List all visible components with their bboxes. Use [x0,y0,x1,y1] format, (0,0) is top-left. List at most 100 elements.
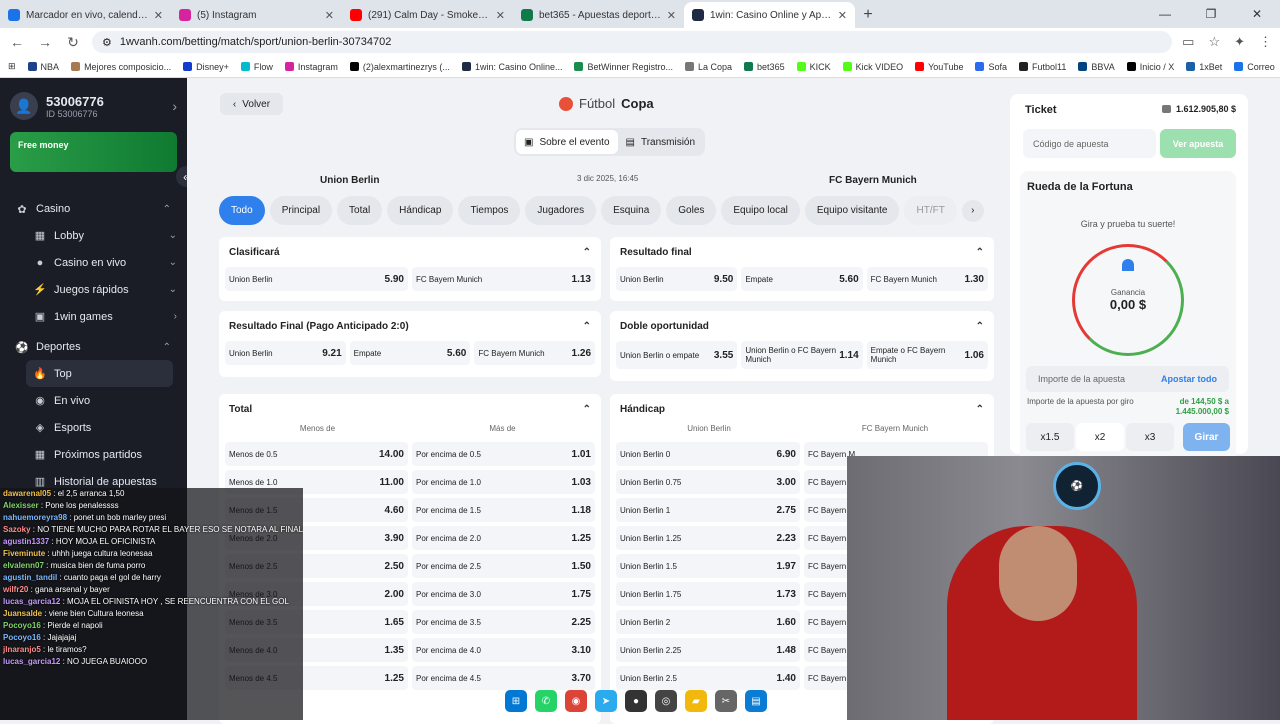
new-tab-button[interactable]: + [855,2,881,28]
free-money-banner[interactable]: Free money [10,132,177,172]
bookmark-item[interactable]: YouTube [915,62,963,72]
filter-tab[interactable]: Todo [219,196,265,225]
install-icon[interactable]: ▭ [1182,34,1194,50]
filter-tab[interactable]: Tiempos [458,196,521,225]
filter-tab[interactable]: Goles [666,196,717,225]
odds-button[interactable]: Union Berlin 5.90 [225,267,408,291]
bookmark-item[interactable]: Flow [240,62,273,72]
filter-tab[interactable]: Jugadores [525,196,597,225]
chevron-up-icon[interactable]: ⌃ [583,247,591,258]
odds-button[interactable]: Union Berlin 2.25 1.48 [616,638,800,662]
bookmark-item[interactable]: Disney+ [183,62,229,72]
odds-button[interactable]: Empate o FC Bayern Munich 1.06 [866,341,988,369]
bookmark-item[interactable]: Inicio / X [1126,62,1174,72]
back-icon[interactable]: ← [8,34,26,50]
bookmark-item[interactable]: Futbol11 [1019,62,1066,72]
close-tab-icon[interactable]: ✕ [667,9,676,22]
bookmark-item[interactable]: BBVA [1078,62,1115,72]
sidebar-item-upcoming[interactable]: ▦ Próximos partidos [0,441,187,468]
sidebar-item-fast-games[interactable]: ⚡ Juegos rápidos ⌄ [0,276,187,303]
view-bet-button[interactable]: Ver apuesta [1160,129,1236,158]
maximize-icon[interactable]: ❐ [1188,0,1234,28]
browser-tab[interactable]: 1win: Casino Online y Apuestas ✕ [684,2,855,28]
chevron-up-icon[interactable]: ⌃ [583,404,591,415]
notepad-icon[interactable]: ▤ [745,690,767,712]
chevron-up-icon[interactable]: ⌃ [583,321,591,332]
odds-button[interactable]: Empate 5.60 [349,341,471,365]
odds-button[interactable]: Union Berlin o FC Bayern Munich 1.14 [741,341,863,369]
sidebar-item-live-casino[interactable]: ● Casino en vivo ⌄ [0,249,187,276]
sidebar-item-1win-games[interactable]: ▣ 1win games › [0,303,187,330]
bookmark-item[interactable]: BetWinner Registro... [574,62,673,72]
reload-icon[interactable]: ↻ [64,34,82,51]
windows-start-icon[interactable]: ⊞ [505,690,527,712]
filter-tab[interactable]: HT/FT [904,196,957,225]
odds-button[interactable]: Union Berlin 2.5 1.40 [616,666,800,690]
multiplier-option[interactable]: x2 [1076,423,1124,451]
sidebar-section-casino[interactable]: ✿ Casino ⌃ [0,196,187,222]
filter-tab[interactable]: Total [337,196,383,225]
folder-icon[interactable]: ▰ [685,690,707,712]
odds-button[interactable]: Por encima de 4.5 3.70 [412,666,595,690]
browser-tab[interactable]: Marcador en vivo, calendario y ✕ [0,2,171,28]
obs-icon[interactable]: ● [625,690,647,712]
app-icon[interactable]: ◎ [655,690,677,712]
multiplier-option[interactable]: x1.5 [1026,423,1074,451]
sidebar-item-esports[interactable]: ◈ Esports [0,414,187,441]
odds-button[interactable]: Union Berlin 1.5 1.97 [616,554,800,578]
filter-tab[interactable]: Hándicap [387,196,454,225]
odds-button[interactable]: Union Berlin 1.75 1.73 [616,582,800,606]
multiplier-option[interactable]: x3 [1126,423,1174,451]
odds-button[interactable]: Por encima de 2.0 1.25 [412,526,595,550]
bookmark-item[interactable]: Sofa [975,62,1007,72]
tool-icon[interactable]: ✂ [715,690,737,712]
odds-button[interactable]: Por encima de 1.5 1.18 [412,498,595,522]
bookmark-item[interactable]: bet365 [744,62,785,72]
bookmark-item[interactable]: Correo [1234,62,1275,72]
odds-button[interactable]: FC Bayern Munich 1.30 [866,267,988,291]
odds-button[interactable]: Union Berlin 2 1.60 [616,610,800,634]
browser-tab[interactable]: bet365 - Apuestas deportivas e ✕ [513,2,684,28]
close-tab-icon[interactable]: ✕ [325,9,334,22]
close-icon[interactable]: ✕ [1234,0,1280,28]
chevron-up-icon[interactable]: ⌃ [976,404,984,415]
account-header[interactable]: 👤 53006776 ID 53006776 › [0,78,187,126]
odds-button[interactable]: Union Berlin 0.75 3.00 [616,470,800,494]
odds-button[interactable]: Por encima de 3.0 1.75 [412,582,595,606]
forward-icon[interactable]: → [36,34,54,50]
odds-button[interactable]: FC Bayern Munich 1.26 [474,341,596,365]
odds-button[interactable]: Por encima de 4.0 3.10 [412,638,595,662]
odds-button[interactable]: Por encima de 1.0 1.03 [412,470,595,494]
stake-input[interactable]: Importe de la apuesta Apostar todo [1026,366,1229,392]
bookmark-item[interactable]: KICK [796,62,831,72]
bookmark-item[interactable]: NBA [27,62,59,72]
chevron-up-icon[interactable]: ⌃ [976,247,984,258]
bookmark-item[interactable]: Kick VIDEO [842,62,903,72]
extensions-icon[interactable]: ✦ [1234,34,1245,50]
odds-button[interactable]: Por encima de 3.5 2.25 [412,610,595,634]
odds-button[interactable]: Union Berlin 9.21 [225,341,346,365]
sidebar-item-live[interactable]: ◉ En vivo [0,387,187,414]
back-button[interactable]: ‹ Volver [220,93,283,115]
site-info-icon[interactable]: ⚙ [102,36,112,49]
odds-button[interactable]: Union Berlin 1 2.75 [616,498,800,522]
menu-icon[interactable]: ⋮ [1259,34,1272,50]
telegram-icon[interactable]: ➤ [595,690,617,712]
bookmark-item[interactable]: (2)alexmartinezrys (... [349,62,450,72]
close-tab-icon[interactable]: ✕ [838,9,847,22]
odds-button[interactable]: Union Berlin 9.50 [616,267,738,291]
bookmark-item[interactable]: 1xBet [1186,62,1222,72]
tab-stream[interactable]: ▤ Transmisión [618,130,704,154]
odds-button[interactable]: Por encima de 0.5 1.01 [412,442,595,466]
sidebar-item-lobby[interactable]: ▦ Lobby ⌄ [0,222,187,249]
close-tab-icon[interactable]: ✕ [154,9,163,22]
tab-about-event[interactable]: ▣ Sobre el evento [516,130,618,154]
bookmark-item[interactable]: Instagram [284,62,338,72]
odds-button[interactable]: Union Berlin 1.25 2.23 [616,526,800,550]
minimize-icon[interactable]: — [1142,0,1188,28]
bet-code-input[interactable]: Código de apuesta [1023,129,1156,158]
odds-button[interactable]: Union Berlin o empate 3.55 [616,341,738,369]
filter-tab[interactable]: Equipo visitante [804,196,900,225]
odds-button[interactable]: Empate 5.60 [741,267,863,291]
close-tab-icon[interactable]: ✕ [496,9,505,22]
